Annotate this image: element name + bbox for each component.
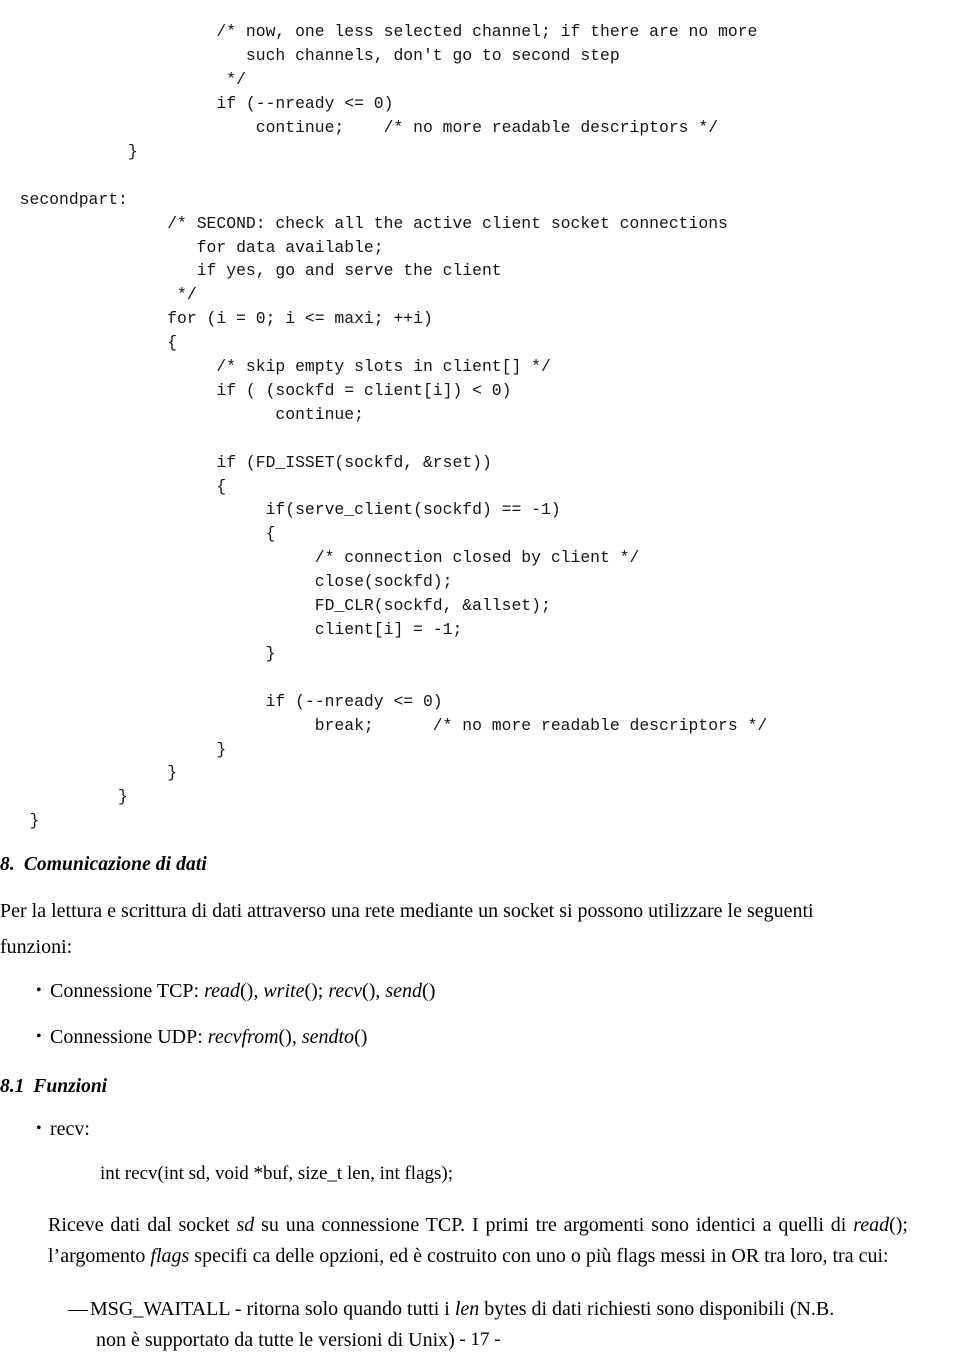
list-item: • recv: xyxy=(0,1114,960,1144)
code-line: } xyxy=(0,643,276,663)
function-description: Riceve dati dal socket sd su una conness… xyxy=(48,1210,908,1272)
param-flags: flags xyxy=(150,1245,190,1267)
list-item: • Connessione TCP: read(), write(); recv(… xyxy=(0,976,960,1006)
function-name: recv xyxy=(328,980,363,1002)
code-line: if (--nready <= 0) xyxy=(0,691,443,711)
section-number: 8. xyxy=(0,854,15,875)
separator: () xyxy=(354,1026,368,1048)
code-line: break; /* no more readable descriptors *… xyxy=(0,715,768,735)
code-line: if ( (sockfd = client[i]) < 0) xyxy=(0,380,512,400)
code-line: for (i = 0; i <= maxi; ++i) xyxy=(0,309,433,329)
code-line: if (--nready <= 0) xyxy=(0,94,394,114)
code-line: { xyxy=(0,333,178,353)
code-line: } xyxy=(0,787,128,807)
function-name: send xyxy=(385,980,423,1002)
code-line: client[i] = -1; xyxy=(0,620,463,640)
function-name: recvfrom xyxy=(207,1026,279,1048)
function-name: write xyxy=(263,980,305,1002)
code-listing: /* now, one less selected channel; if th… xyxy=(0,20,960,833)
code-line: */ xyxy=(0,70,246,90)
function-family-list: • Connessione TCP: read(), write(); recv(… xyxy=(0,976,960,1052)
section-heading: 8. Comunicazione di dati xyxy=(0,852,960,878)
separator: (), xyxy=(240,980,264,1002)
code-line: if(serve_client(sockfd) == -1) xyxy=(0,500,561,520)
code-line: continue; xyxy=(0,404,364,424)
flag-text-b: bytes di dati richiesti sono disponibili… xyxy=(479,1298,835,1320)
code-line: } xyxy=(0,141,138,161)
param-sd: sd xyxy=(236,1214,255,1236)
document-page: /* now, one less selected channel; if th… xyxy=(0,0,960,1358)
code-line: if (FD_ISSET(sockfd, &rset)) xyxy=(0,452,492,472)
bullet-icon: • xyxy=(36,1028,42,1045)
subsection-heading: 8.1 Funzioni xyxy=(0,1074,960,1100)
param-len: len xyxy=(454,1298,480,1320)
desc-part-d: specifi ca delle opzioni, ed è costruito… xyxy=(189,1245,889,1267)
code-line: FD_CLR(sockfd, &allset); xyxy=(0,596,551,616)
list-item: • Connessione UDP: recvfrom(), sendto() xyxy=(0,1022,960,1052)
separator: (), xyxy=(278,1026,302,1048)
code-line: { xyxy=(0,524,276,544)
subsection-title: Funzioni xyxy=(33,1076,108,1097)
code-line: if yes, go and serve the client xyxy=(0,261,502,281)
intro-paragraph-line1: Per la lettura e scrittura di dati attra… xyxy=(0,900,814,922)
code-line-label-secondpart: secondpart: xyxy=(0,189,128,209)
function-name: read xyxy=(204,980,241,1002)
bullet-lead-text: Connessione UDP: xyxy=(50,1026,208,1048)
intro-paragraph-line2: funzioni: xyxy=(0,936,73,958)
page-footer: - 17 - xyxy=(0,1328,960,1352)
code-line: such channels, don't go to second step xyxy=(0,46,620,66)
section-title: Comunicazione di dati xyxy=(23,854,207,875)
code-line: /* skip empty slots in client[] */ xyxy=(0,357,551,377)
bullet-lead-text: Connessione TCP: xyxy=(50,980,205,1002)
function-list: • recv: xyxy=(0,1114,960,1144)
code-line: } xyxy=(0,763,178,783)
function-prototype: int recv(int sd, void *buf, size_t len, … xyxy=(100,1163,454,1184)
code-line: } xyxy=(0,811,40,831)
separator: () xyxy=(422,980,436,1002)
code-line: close(sockfd); xyxy=(0,572,453,592)
subsection-number: 8.1 xyxy=(0,1076,25,1097)
function-label: recv: xyxy=(50,1118,90,1140)
prose-section: 8. Comunicazione di dati Per la lettura e… xyxy=(0,852,960,1356)
em-dash-icon: — xyxy=(68,1298,88,1320)
desc-part-b: su una connessione TCP. I primi tre argo… xyxy=(254,1214,854,1236)
code-line: } xyxy=(0,739,227,759)
page-number: - 17 - xyxy=(459,1329,501,1350)
separator: (); xyxy=(304,980,329,1002)
flag-text-a: MSG_WAITALL - ritorna solo quando tutti … xyxy=(90,1298,455,1320)
code-line: */ xyxy=(0,285,197,305)
code-line: /* now, one less selected channel; if th… xyxy=(0,22,758,42)
bullet-icon: • xyxy=(36,1120,42,1137)
function-read: read xyxy=(853,1214,890,1236)
code-line: for data available; xyxy=(0,237,384,257)
separator: (), xyxy=(362,980,386,1002)
bullet-icon: • xyxy=(36,982,42,999)
code-line: /* connection closed by client */ xyxy=(0,548,640,568)
desc-part-a: Riceve dati dal socket xyxy=(48,1214,237,1236)
function-name: sendto xyxy=(301,1026,355,1048)
code-line: { xyxy=(0,476,227,496)
code-line: /* SECOND: check all the active client s… xyxy=(0,213,728,233)
code-line: continue; /* no more readable descriptor… xyxy=(0,118,719,138)
